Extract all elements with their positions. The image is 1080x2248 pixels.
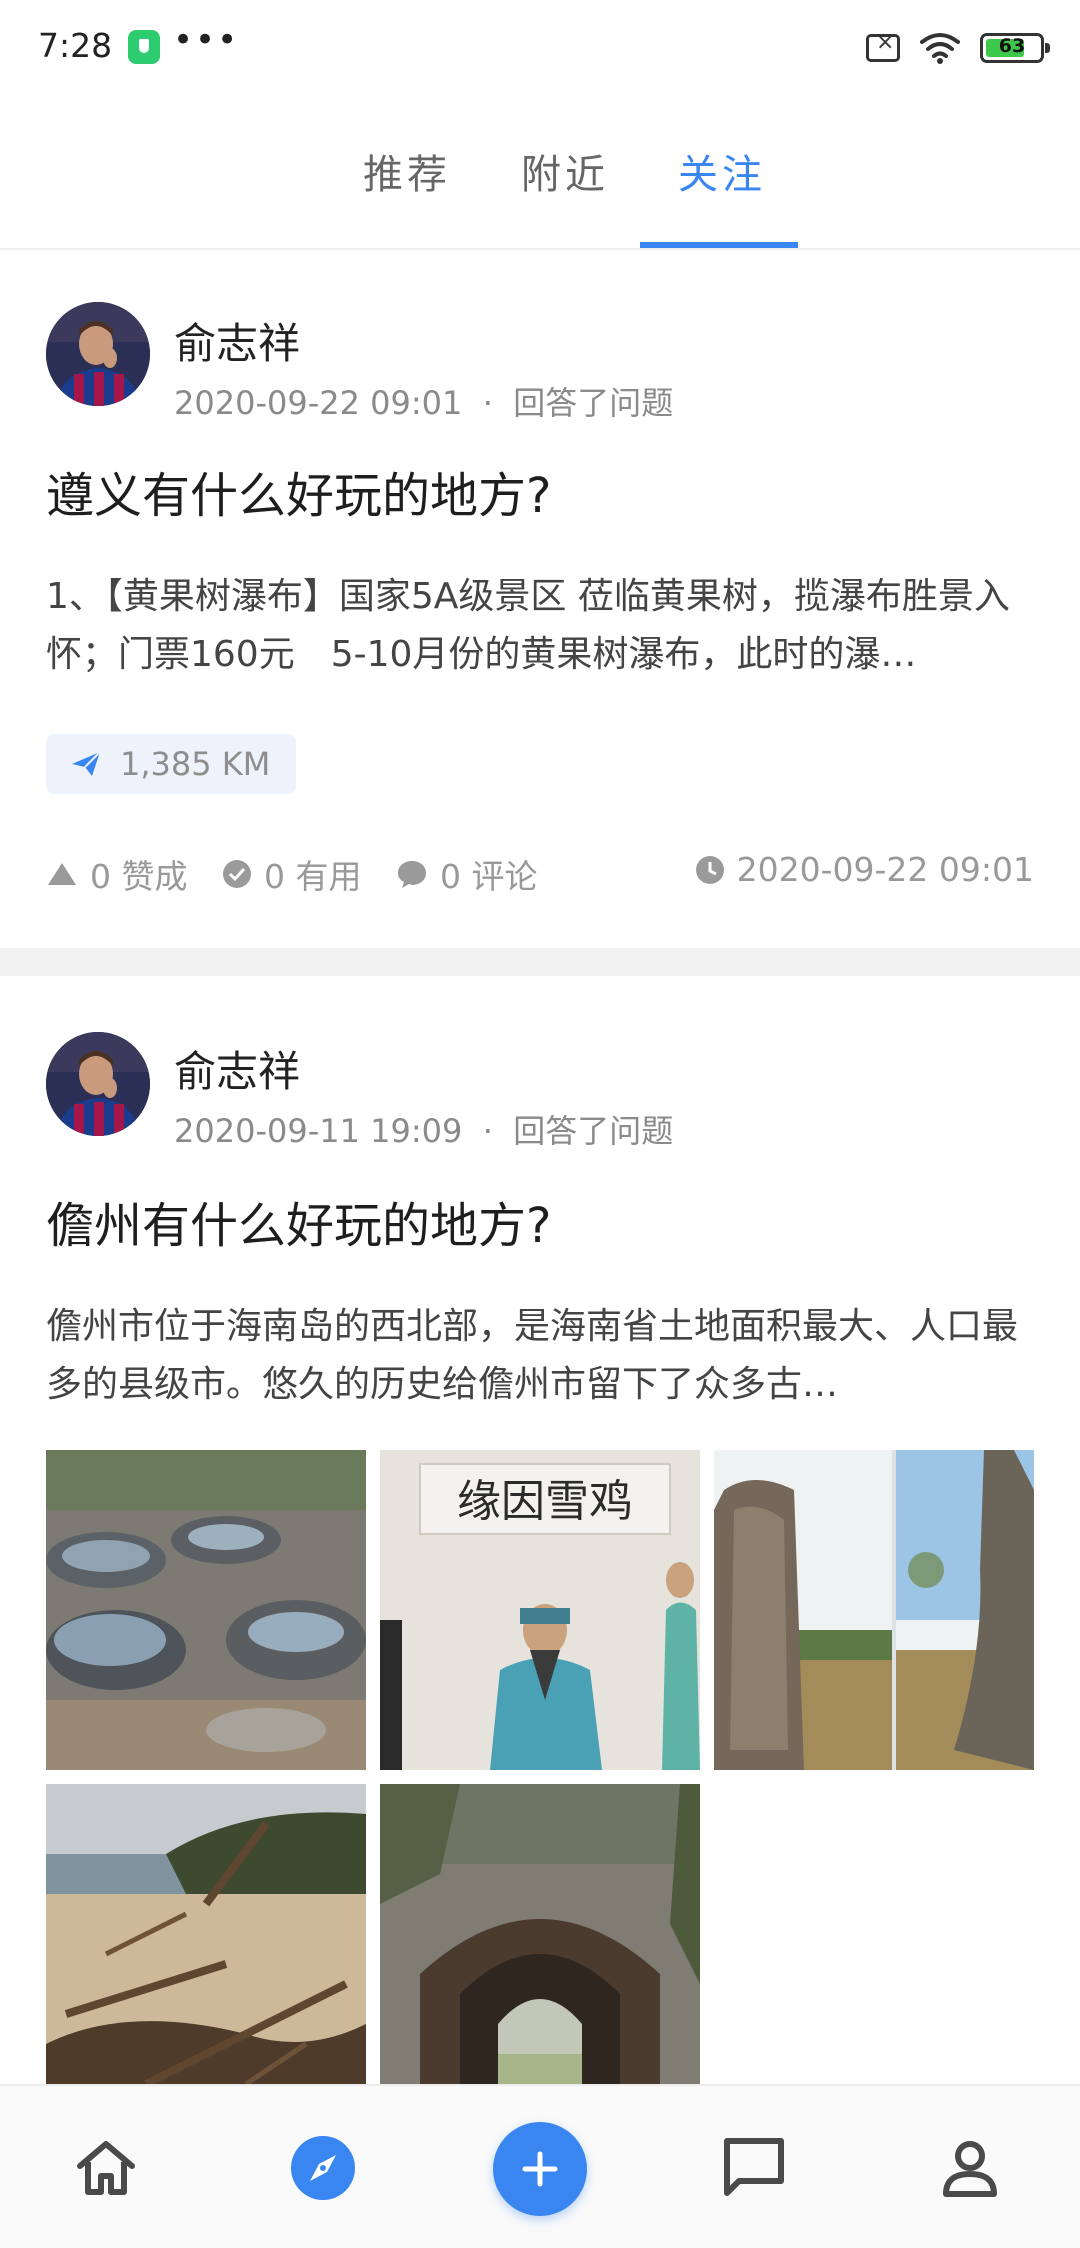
like-count: 0 赞成 xyxy=(90,857,188,896)
clock-icon xyxy=(695,855,724,884)
meta-separator: · xyxy=(482,384,493,422)
status-time: 7:28 xyxy=(38,26,113,65)
plus-icon xyxy=(522,2151,558,2187)
bottom-nav xyxy=(0,2084,1080,2248)
check-circle-icon xyxy=(223,860,251,888)
useful-count: 0 有用 xyxy=(264,857,362,896)
card-divider xyxy=(0,948,1080,976)
post-action: 回答了问题 xyxy=(513,384,674,422)
post-meta: 2020-09-11 19:09 · 回答了问题 xyxy=(174,1106,673,1152)
active-tab-indicator xyxy=(640,242,798,248)
tab-recommended[interactable]: 推荐 xyxy=(363,142,451,200)
status-bar: 7:28 ••• 63 xyxy=(0,0,1080,96)
send-location-icon xyxy=(72,751,101,776)
battery-icon: 63 xyxy=(980,33,1050,63)
tab-following[interactable]: 关注 xyxy=(678,142,766,200)
post-timestamp: 2020-09-22 09:01 xyxy=(736,850,1034,889)
triangle-up-icon xyxy=(48,863,76,885)
location-tag: 1,385 KM xyxy=(46,734,297,794)
beach-driftwood-photo[interactable] xyxy=(46,1784,366,2084)
profile-icon xyxy=(943,2141,997,2197)
like-button[interactable]: 0 赞成 xyxy=(46,850,188,898)
comment-bubble-icon xyxy=(398,861,426,888)
create-post-button[interactable] xyxy=(493,2122,587,2216)
question-title[interactable]: 儋州有什么好玩的地方? xyxy=(46,1186,551,1256)
post-date: 2020-09-11 19:09 xyxy=(174,1112,463,1150)
location-distance: 1,385 KM xyxy=(120,745,271,783)
nav-profile[interactable] xyxy=(930,2128,1010,2208)
battery-level: 63 xyxy=(998,35,1026,57)
statue-hall-photo[interactable]: 缘因雪鸡 xyxy=(380,1450,700,1770)
comment-count: 0 评论 xyxy=(440,857,538,896)
wifi-icon xyxy=(920,33,960,64)
nav-discover[interactable] xyxy=(283,2128,363,2208)
question-title[interactable]: 遵义有什么好玩的地方? xyxy=(46,456,551,526)
svg-text:缘因雪鸡: 缘因雪鸡 xyxy=(457,1476,633,1527)
post-meta: 2020-09-22 09:01 · 回答了问题 xyxy=(174,378,673,424)
post-stats: 0 赞成 0 有用 0 评论 2020-09-22 09:01 xyxy=(46,850,1034,900)
post-time: 2020-09-22 09:01 xyxy=(695,850,1034,889)
nav-home[interactable] xyxy=(66,2128,146,2208)
useful-button[interactable]: 0 有用 xyxy=(222,850,362,898)
answer-excerpt[interactable]: 儋州市位于海南岛的西北部，是海南省土地面积最大、人口最多的县级市。悠久的历史给儋… xyxy=(46,1298,1036,1414)
feed-card[interactable]: 俞志祥 2020-09-22 09:01 · 回答了问题 遵义有什么好玩的地方?… xyxy=(0,250,1080,948)
meta-separator: · xyxy=(482,1112,493,1150)
feed-tabs: 推荐 附近 关注 xyxy=(0,96,1080,250)
comment-button[interactable]: 0 评论 xyxy=(396,850,538,898)
security-shield-icon xyxy=(128,30,160,64)
stone-pillars-photo[interactable] xyxy=(714,1450,1034,1770)
tab-nearby[interactable]: 附近 xyxy=(521,142,609,200)
post-action: 回答了问题 xyxy=(513,1112,674,1150)
no-sim-icon xyxy=(866,30,900,62)
notification-more-indicator: ••• xyxy=(173,20,240,60)
message-icon xyxy=(724,2138,784,2196)
home-icon xyxy=(77,2141,135,2195)
nav-messages[interactable] xyxy=(714,2128,794,2208)
stone-archway-photo[interactable] xyxy=(380,1784,700,2084)
avatar[interactable] xyxy=(46,302,150,406)
rock-pools-photo[interactable] xyxy=(46,1450,366,1770)
feed-card[interactable]: 俞志祥 2020-09-11 19:09 · 回答了问题 儋州有什么好玩的地方?… xyxy=(0,976,1080,2084)
author-name[interactable]: 俞志祥 xyxy=(174,310,300,371)
post-date: 2020-09-22 09:01 xyxy=(174,384,463,422)
answer-excerpt[interactable]: 1、【黄果树瀑布】国家5A级景区 莅临黄果树，揽瀑布胜景入怀；门票160元 5-… xyxy=(46,568,1036,684)
avatar[interactable] xyxy=(46,1032,150,1136)
author-name[interactable]: 俞志祥 xyxy=(174,1038,300,1099)
compass-icon xyxy=(291,2136,355,2200)
